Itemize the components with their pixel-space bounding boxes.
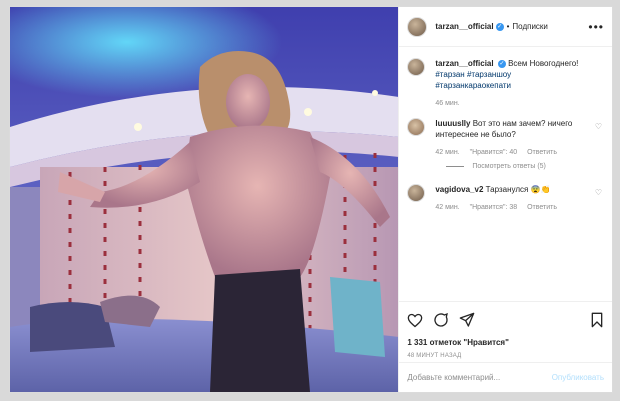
comment-username[interactable]: vagidova_v2	[435, 185, 483, 194]
author-username[interactable]: tarzan__official	[435, 22, 493, 31]
author-avatar[interactable]	[407, 16, 428, 37]
reply-button[interactable]: Ответить	[527, 204, 557, 211]
comments-list[interactable]: tarzan__official ✓ Всем Новогоднего! #та…	[399, 48, 612, 298]
share-icon[interactable]	[459, 312, 475, 330]
hashtag-link[interactable]: #тарзан #тарзаншоу	[435, 70, 511, 79]
heart-icon[interactable]: ♡	[595, 122, 602, 131]
caption-avatar[interactable]	[407, 58, 426, 76]
bookmark-icon[interactable]	[590, 312, 604, 330]
comment-likes[interactable]: "Нравится": 38	[470, 204, 518, 211]
comment-icon[interactable]	[433, 312, 449, 330]
comment-item: vagidova_v2 Тарзанулся 😨👏 42 мин. "Нрави…	[407, 184, 604, 212]
post-photo[interactable]	[10, 7, 399, 392]
likes-count[interactable]: 1 331 отметок "Нравится"	[407, 338, 604, 347]
verified-icon: ✓	[497, 59, 506, 68]
caption: tarzan__official ✓ Всем Новогоднего! #та…	[407, 58, 604, 108]
following-button[interactable]: Подписки	[512, 22, 547, 31]
post-header: tarzan__official ✓ • Подписки •••	[399, 7, 612, 47]
caption-time: 46 мин.	[435, 100, 460, 107]
heart-icon[interactable]	[407, 313, 423, 330]
action-bar: 1 331 отметок "Нравится" 48 минут назад	[399, 301, 612, 359]
more-icon[interactable]: •••	[588, 20, 604, 34]
reply-button[interactable]: Ответить	[527, 149, 557, 156]
view-replies-label: Посмотреть ответы (5)	[472, 163, 546, 170]
comment-time: 42 мин.	[435, 204, 460, 211]
add-comment-bar: Опубликовать	[399, 362, 612, 392]
comment-time: 42 мин.	[435, 149, 460, 156]
hashtag-link[interactable]: #тарзанкараокепати	[435, 81, 511, 90]
commenter-avatar[interactable]	[407, 118, 426, 136]
caption-text: Всем Новогоднего!	[508, 59, 579, 68]
post-modal: tarzan__official ✓ • Подписки ••• tarzan…	[9, 6, 613, 393]
heart-icon[interactable]: ♡	[595, 188, 602, 197]
view-replies-button[interactable]: Посмотреть ответы (5)	[446, 163, 604, 170]
post-time: 48 минут назад	[407, 353, 462, 359]
verified-icon: ✓	[495, 22, 504, 31]
publish-button[interactable]: Опубликовать	[552, 373, 604, 382]
comment-input[interactable]	[407, 373, 552, 382]
comment-username[interactable]: luuuuslly	[435, 119, 470, 128]
caption-username[interactable]: tarzan__official	[435, 59, 493, 68]
commenter-avatar[interactable]	[407, 184, 426, 202]
comment-item: luuuuslly Вот это нам зачем? ничего инте…	[407, 118, 604, 157]
separator-dot: •	[506, 22, 510, 31]
comment-text: Тарзанулся 😨👏	[485, 185, 551, 194]
post-photo-image	[10, 7, 399, 392]
replies-divider	[446, 166, 465, 167]
post-side-panel: tarzan__official ✓ • Подписки ••• tarzan…	[398, 7, 612, 392]
comment-likes[interactable]: "Нравится": 40	[470, 149, 518, 156]
